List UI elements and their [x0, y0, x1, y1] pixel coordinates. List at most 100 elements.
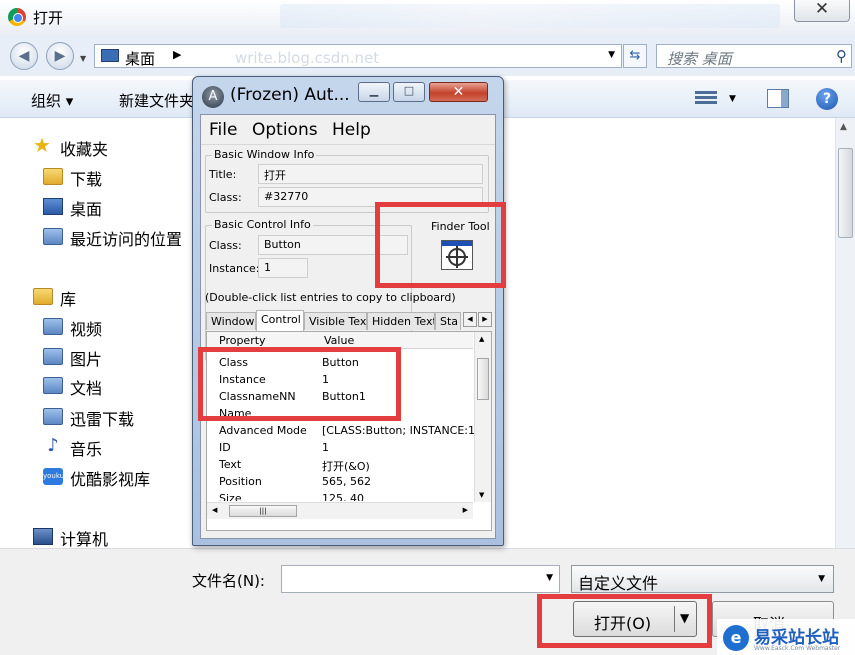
nav-recent[interactable]: 最近访问的位置 [43, 226, 182, 250]
list-scroll-right-icon[interactable]: ▶ [463, 506, 468, 514]
close-button[interactable]: ✕ [794, 0, 850, 22]
window-title-value[interactable]: 打开 [264, 169, 286, 182]
address-row: ◀ ▶ ▼ 桌面 ▶ write.blog.csdn.net ▼ ⇆ 搜索 桌面… [0, 36, 855, 76]
music-icon: ♪ [47, 435, 59, 456]
autoit-close-button[interactable]: ✕ [429, 82, 488, 102]
desktop-icon [43, 198, 63, 215]
organize-button[interactable]: 组织 ▾ [31, 90, 73, 111]
menu-options[interactable]: Options [252, 120, 318, 140]
nav-pictures[interactable]: 图片 [43, 346, 102, 370]
nav-xunlei[interactable]: 迅雷下载 [43, 406, 134, 430]
list-scroll-thumb[interactable] [477, 358, 489, 400]
nav-downloads[interactable]: 下载 [43, 166, 102, 190]
maximize-icon: □ [403, 84, 415, 97]
basic-window-info-legend: Basic Window Info [212, 148, 317, 161]
menu-file[interactable]: File [209, 120, 237, 140]
filetype-select[interactable]: 自定义文件 ▼ [571, 565, 834, 593]
list-scroll-down-icon[interactable]: ▼ [479, 491, 484, 499]
nav-documents-label: 文档 [70, 379, 103, 398]
list-row[interactable]: Text 打开(&O) [207, 457, 473, 474]
view-options-icon[interactable] [695, 89, 717, 107]
new-folder-button[interactable]: 新建文件夹 [119, 90, 194, 111]
dialog-titlebar: 打开 ✕ [0, 0, 855, 36]
watermark-sub: Www.Easck.Com Webmaster [754, 645, 841, 652]
list-scroll-up-icon[interactable]: ▲ [479, 335, 484, 343]
control-class-label: Class: [209, 239, 242, 252]
nav-documents[interactable]: 文档 [43, 375, 102, 399]
refresh-button[interactable]: ⇆ [623, 44, 647, 68]
filetype-dropdown-icon[interactable]: ▼ [818, 574, 825, 584]
arrow-right-icon: ▶ [54, 48, 66, 64]
filetype-value: 自定义文件 [578, 574, 659, 593]
tab-visible-text[interactable]: Visible Text [304, 312, 367, 330]
column-value[interactable]: Value [324, 334, 354, 347]
nav-computer-label: 计算机 [60, 530, 109, 549]
window-title-field[interactable]: 打开 [258, 164, 483, 184]
list-hscroll-thumb[interactable]: ||| [229, 505, 297, 517]
list-vertical-scrollbar[interactable]: ▲ ▼ [474, 332, 491, 502]
minimize-icon: ▁ [369, 84, 379, 97]
search-placeholder: 搜索 桌面 [667, 50, 732, 68]
maximize-button[interactable]: □ [393, 82, 425, 102]
forward-button[interactable]: ▶ [46, 42, 74, 70]
scroll-up-icon[interactable]: ▲ [840, 122, 847, 132]
row-value: 打开(&O) [322, 460, 370, 473]
nav-libraries[interactable]: 库 [33, 286, 76, 310]
address-bar[interactable]: 桌面 ▶ write.blog.csdn.net ▼ [94, 44, 622, 68]
computer-icon [33, 528, 53, 545]
tab-control[interactable]: Control [256, 310, 304, 331]
address-dropdown-icon[interactable]: ▼ [608, 50, 615, 60]
tab-scroll-left-icon[interactable]: ◀ [463, 312, 477, 327]
control-instance-value[interactable]: 1 [264, 261, 271, 274]
scroll-thumb[interactable] [838, 148, 853, 238]
nav-music[interactable]: ♪ 音乐 [43, 436, 102, 460]
window-class-value[interactable]: #32770 [264, 190, 308, 203]
menu-help[interactable]: Help [332, 120, 371, 140]
star-icon: ★ [33, 133, 51, 157]
control-class-value[interactable]: Button [264, 238, 301, 251]
search-icon[interactable]: ⚲ [836, 47, 847, 65]
nav-desktop[interactable]: 桌面 [43, 196, 102, 220]
list-horizontal-scrollbar[interactable]: ◀ ||| ▶ [207, 502, 473, 519]
recent-pages-dropdown[interactable]: ▼ [80, 54, 86, 63]
nav-favorites[interactable]: ★ 收藏夹 [33, 133, 108, 160]
list-scroll-left-icon[interactable]: ◀ [212, 506, 217, 514]
list-row[interactable]: ID 1 [207, 440, 473, 457]
filename-dropdown-icon[interactable]: ▼ [546, 573, 553, 583]
tab-hidden-text[interactable]: Hidden Text [367, 312, 435, 330]
row-property: Size [219, 492, 242, 501]
help-icon[interactable]: ? [816, 88, 838, 110]
column-property[interactable]: Property [219, 334, 266, 347]
nav-xunlei-label: 迅雷下载 [70, 410, 135, 429]
nav-youku-label: 优酷影视库 [70, 470, 151, 489]
recent-places-icon [43, 228, 63, 245]
minimize-button[interactable]: ▁ [358, 82, 390, 102]
copy-hint: (Double-click list entries to copy to cl… [205, 291, 456, 304]
tab-scroll-right-icon[interactable]: ▶ [478, 312, 492, 327]
autoit-title: (Frozen) Aut... [230, 85, 350, 105]
address-location[interactable]: 桌面 [125, 48, 155, 69]
tab-statusbar[interactable]: Sta [435, 312, 461, 330]
list-row[interactable]: Size 125, 40 [207, 491, 473, 501]
nav-music-label: 音乐 [70, 440, 103, 459]
basic-control-info-legend: Basic Control Info [212, 218, 313, 231]
list-row[interactable]: Position 565, 562 [207, 474, 473, 491]
desktop-icon [101, 49, 119, 62]
filename-input[interactable]: ▼ [281, 565, 560, 593]
search-box[interactable]: 搜索 桌面 ⚲ [656, 44, 852, 68]
breadcrumb-chevron-icon[interactable]: ▶ [173, 48, 181, 61]
nav-youku[interactable]: youku 优酷影视库 [43, 466, 150, 490]
file-list-scrollbar[interactable]: ▲ [835, 118, 855, 548]
list-row[interactable]: Advanced Mode [CLASS:Button; INSTANCE:1] [207, 423, 479, 440]
tab-window[interactable]: Window [206, 312, 256, 330]
refresh-icon: ⇆ [629, 48, 641, 63]
back-button[interactable]: ◀ [10, 42, 38, 70]
preview-pane-icon[interactable] [767, 89, 789, 108]
nav-videos[interactable]: 视频 [43, 316, 102, 340]
row-property: Position [219, 475, 262, 488]
address-ghost-text: write.blog.csdn.net [235, 49, 380, 67]
control-instance-field[interactable]: 1 [258, 258, 308, 278]
row-value: 1 [322, 441, 329, 454]
view-dropdown-icon[interactable]: ▼ [729, 94, 736, 104]
nav-computer[interactable]: 计算机 [33, 526, 108, 550]
